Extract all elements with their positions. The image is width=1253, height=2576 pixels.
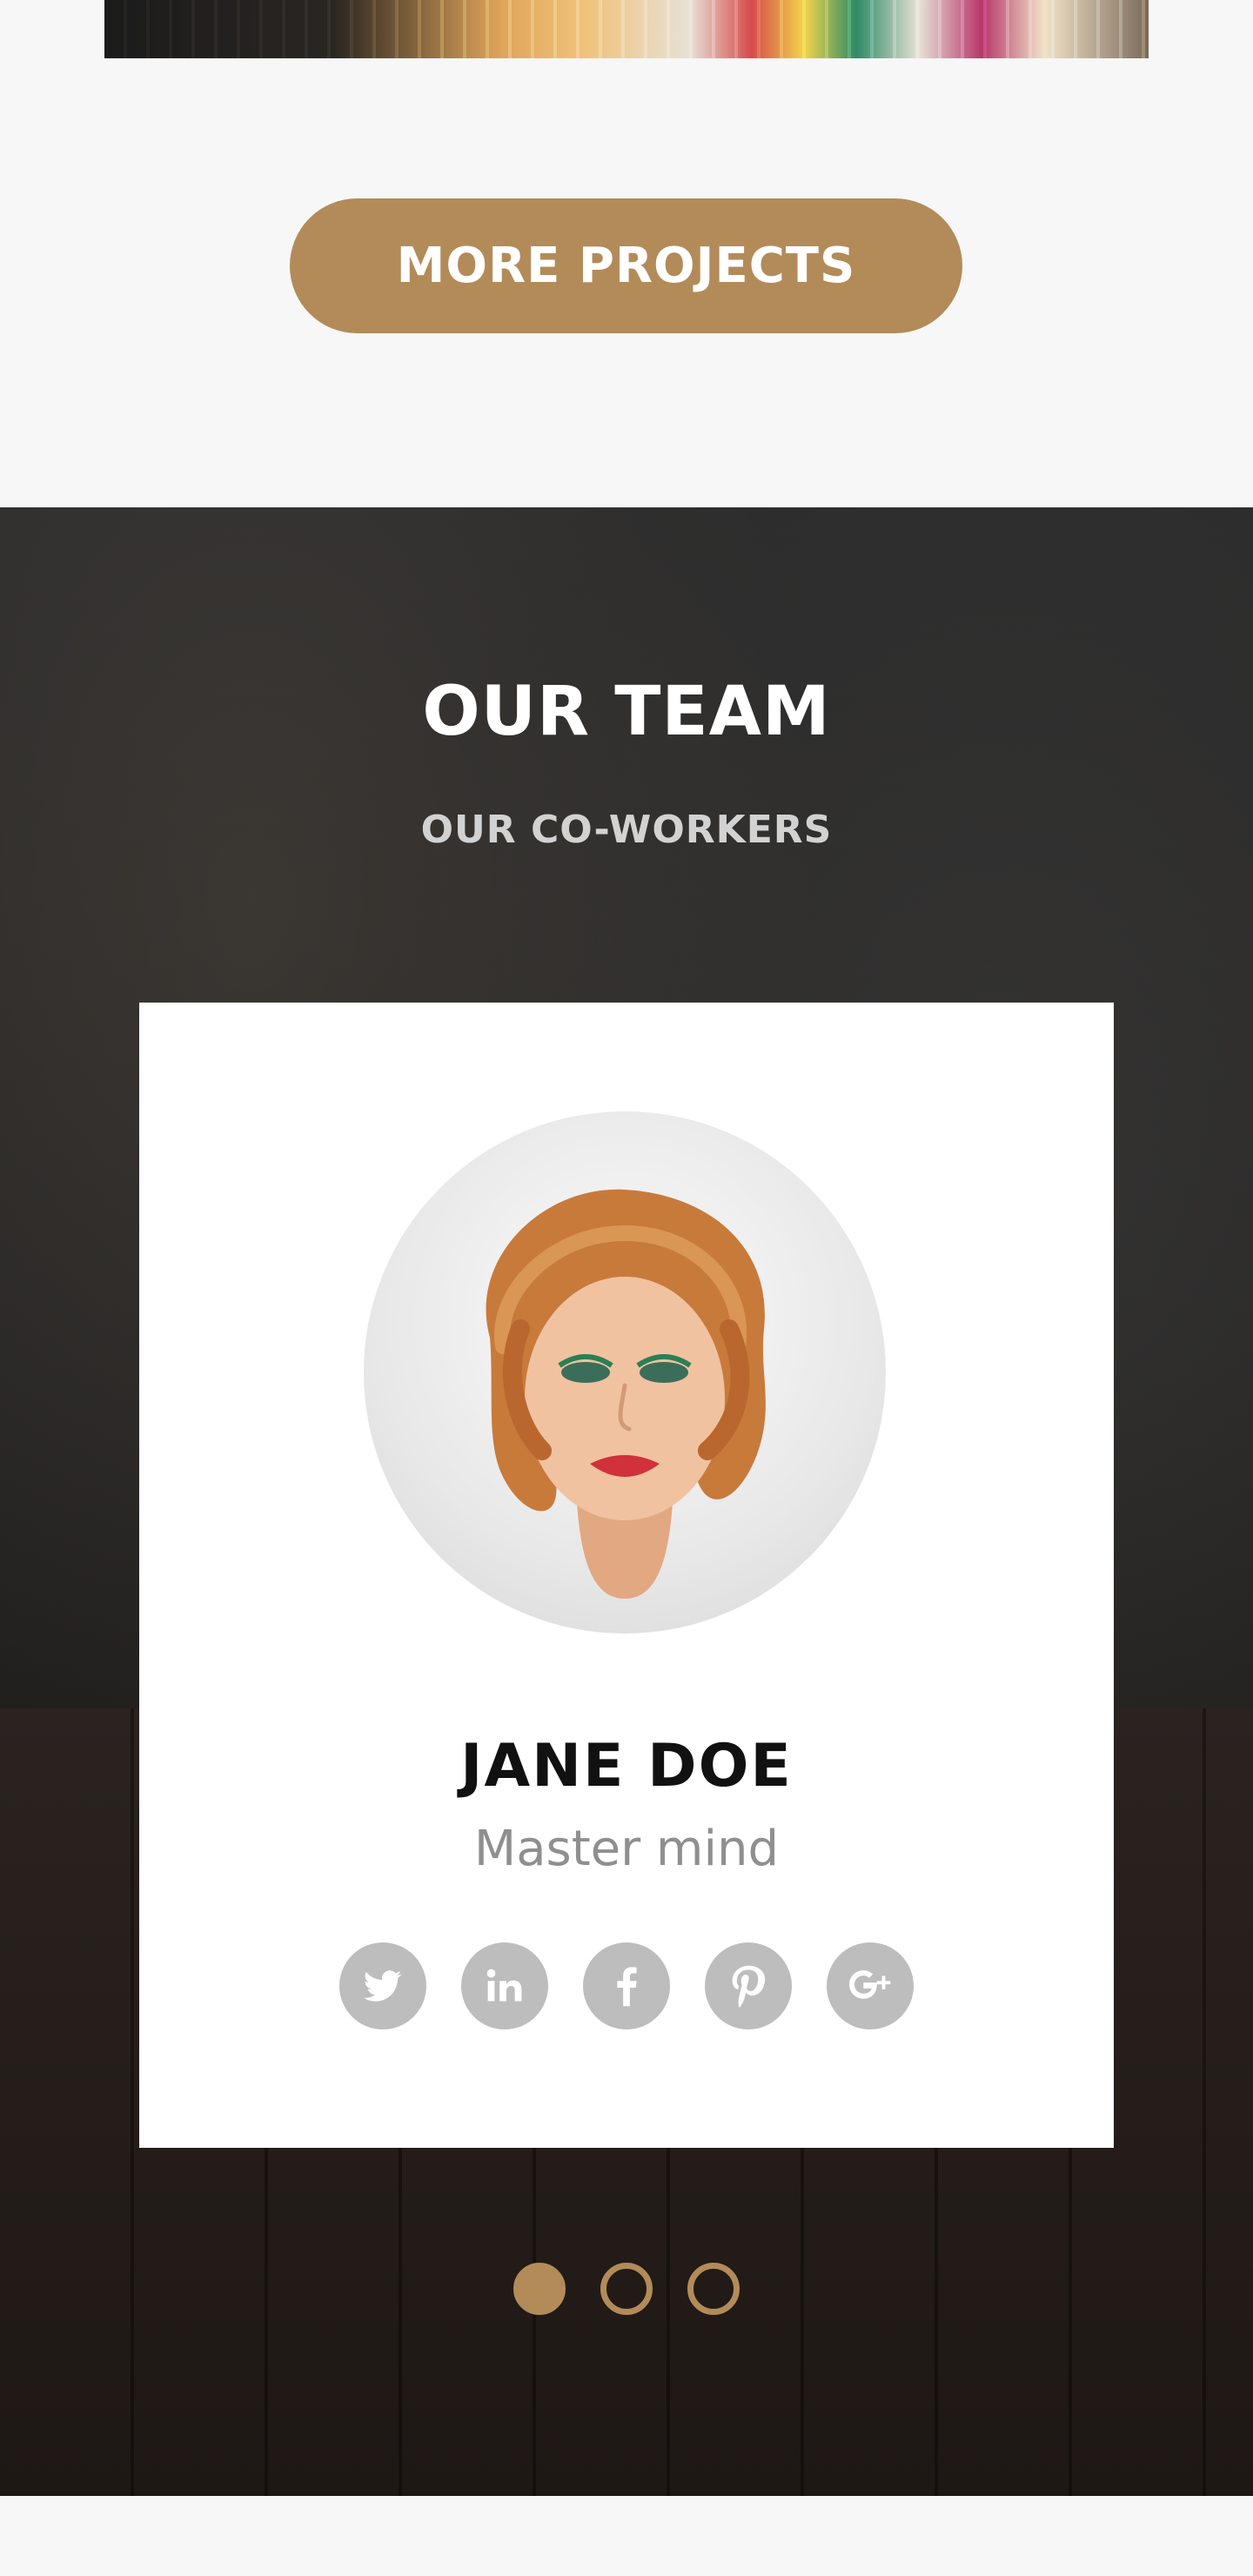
carousel-pagination bbox=[0, 2263, 1253, 2315]
carousel-dot-3[interactable] bbox=[687, 2263, 740, 2315]
pinterest-icon bbox=[732, 1965, 766, 2008]
facebook-link[interactable] bbox=[583, 1942, 670, 2029]
team-title: OUR TEAM bbox=[422, 673, 831, 751]
team-subtitle: OUR CO-WORKERS bbox=[420, 808, 833, 852]
twitter-link[interactable] bbox=[339, 1942, 426, 2029]
member-name: JANE DOE bbox=[460, 1732, 793, 1801]
linkedin-icon bbox=[486, 1969, 522, 2002]
member-avatar bbox=[364, 1111, 886, 1633]
google-plus-link[interactable] bbox=[827, 1942, 914, 2029]
social-links bbox=[139, 1942, 1114, 2029]
project-image-strip bbox=[104, 0, 1149, 58]
team-member-card: JANE DOE Master mind bbox=[139, 1003, 1114, 2148]
carousel-dot-1[interactable] bbox=[513, 2263, 566, 2315]
member-role: Master mind bbox=[473, 1821, 780, 1877]
bottom-light-band bbox=[0, 2496, 1253, 2576]
facebook-icon bbox=[617, 1967, 637, 2007]
linkedin-link[interactable] bbox=[461, 1942, 548, 2029]
more-projects-button[interactable]: MORE PROJECTS bbox=[290, 198, 962, 333]
team-section: OUR TEAM OUR CO-WORKERS JANE DOE Master … bbox=[0, 507, 1253, 2496]
pinterest-link[interactable] bbox=[705, 1942, 792, 2029]
carousel-dot-2[interactable] bbox=[600, 2263, 653, 2315]
twitter-icon bbox=[363, 1970, 402, 2002]
google-plus-icon bbox=[848, 1970, 891, 1999]
